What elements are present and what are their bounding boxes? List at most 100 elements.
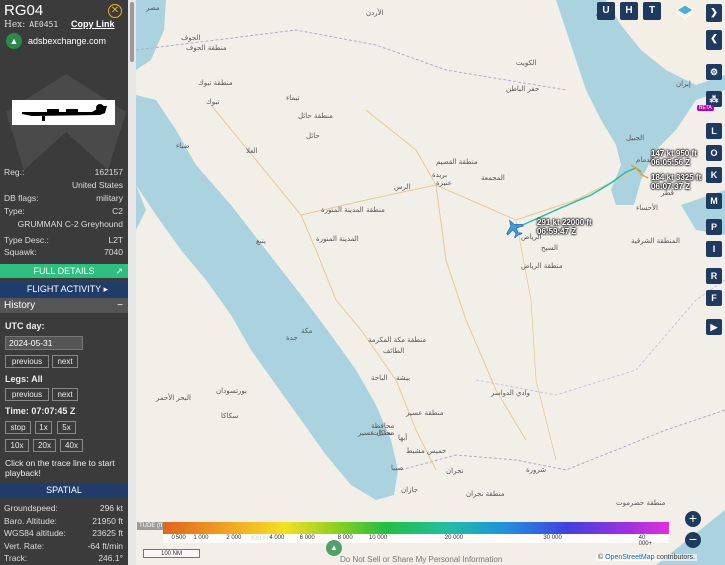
- toggle-o-button[interactable]: O: [706, 145, 722, 161]
- stop-button[interactable]: stop: [5, 421, 31, 434]
- place-label: منطقة الرياض: [521, 262, 563, 270]
- expand-right-icon[interactable]: ❯: [706, 4, 722, 22]
- legend-tick-label: 10 000: [368, 535, 388, 541]
- collapse-left-icon[interactable]: ❮: [706, 30, 722, 50]
- hex-row: Hex: AE0451 Copy Link: [4, 19, 115, 30]
- country-value: United States: [71, 180, 123, 190]
- speed-40x-button[interactable]: 40x: [60, 439, 83, 452]
- place-label: بريدة: [432, 171, 447, 179]
- day-previous-button[interactable]: previous: [5, 355, 49, 368]
- leg-next-button[interactable]: next: [52, 388, 78, 401]
- attribution-suffix: contributors.: [654, 554, 695, 561]
- collapse-icon[interactable]: −: [117, 298, 123, 313]
- trace-label-b: 184 kt 3325 ft 06:07:37 Z: [651, 173, 701, 191]
- flight-activity-button[interactable]: FLIGHT ACTIVITY ▸: [0, 282, 128, 297]
- speed-5x-button[interactable]: 5x: [57, 421, 76, 434]
- spatial-value: -64 ft/min: [87, 540, 123, 551]
- replay-icon[interactable]: ▶: [706, 319, 722, 335]
- place-label: الكويت: [516, 59, 536, 67]
- map-attribution: © OpenStreetMap contributors.: [596, 554, 697, 561]
- type-name: GRUMMAN C-2 Greyhound: [17, 219, 123, 229]
- place-label: منطقة القصيم: [436, 158, 478, 166]
- place-label: الأحساء: [636, 203, 658, 212]
- close-icon[interactable]: ✕: [108, 4, 122, 18]
- dbflags-value: military: [96, 193, 123, 203]
- place-label: صبيا: [391, 464, 403, 472]
- spatial-value: 296 kt: [99, 503, 123, 513]
- place-label: أبها: [398, 433, 407, 442]
- legend-tick-label: 0: [171, 535, 175, 541]
- place-label: منطقة نجران: [466, 490, 505, 498]
- place-label: البحر الأحمر: [155, 393, 191, 402]
- map[interactable]: تبوك منطقة تبوك تيماء حائل منطقة حائل منطقة ا…: [136, 0, 725, 565]
- sidebar-scrollbar[interactable]: [128, 0, 136, 565]
- place-label: منطقة المدينة المنورة: [321, 206, 385, 214]
- speed-20x-button[interactable]: 20x: [33, 439, 56, 452]
- place-label: تيماء: [286, 94, 300, 102]
- toggle-h-button[interactable]: H: [620, 2, 638, 20]
- aircraft-label-line2: 06:59:47 Z: [537, 226, 577, 236]
- place-label: بورتسودان: [216, 387, 247, 395]
- zoom-in-button[interactable]: +: [685, 511, 701, 527]
- spatial-label: Baro. Altitude:: [4, 515, 57, 526]
- place-label: السيح: [541, 244, 558, 252]
- place-label: جدة: [286, 334, 298, 342]
- copy-link[interactable]: Copy Link: [71, 19, 115, 29]
- place-label: منطقة الجوف: [186, 44, 227, 52]
- spatial-row: Vert. Rate: -64 ft/min: [4, 541, 123, 551]
- toggle-f-button[interactable]: F: [706, 290, 722, 306]
- legend-tick-label: 500: [175, 535, 186, 541]
- place-label: المنطقة الشرقية: [631, 237, 680, 245]
- osm-link[interactable]: OpenStreetMap: [605, 554, 654, 561]
- place-label: محايل عسير: [357, 429, 395, 437]
- toggle-m-button[interactable]: M: [706, 193, 722, 209]
- place-label: عنيزة: [436, 179, 452, 187]
- spatial-header[interactable]: SPATIAL: [0, 483, 128, 497]
- history-header[interactable]: History −: [0, 298, 128, 313]
- playback-hint: Click on the trace line to start playbac…: [5, 458, 115, 478]
- toggle-t-button[interactable]: T: [643, 2, 661, 20]
- hex-label: Hex:: [4, 20, 26, 30]
- utc-day-label: UTC day:: [5, 321, 45, 331]
- map-canvas[interactable]: تبوك منطقة تبوك تيماء حائل منطقة حائل منطقة ا…: [136, 0, 725, 565]
- squawk-value: 7040: [104, 247, 123, 257]
- zoom-out-button[interactable]: −: [685, 532, 701, 548]
- layers-icon[interactable]: [676, 3, 694, 21]
- place-label: المدينة المنورة: [316, 235, 359, 243]
- toggle-l-button[interactable]: L: [706, 123, 722, 139]
- speed-1x-button[interactable]: 1x: [35, 421, 52, 434]
- place-label: حائل: [306, 132, 320, 140]
- toggle-u-button[interactable]: U: [597, 2, 615, 20]
- full-details-label: FULL DETAILS: [33, 266, 95, 276]
- type-row: Type: C2: [4, 206, 123, 216]
- callsign: RG04: [4, 2, 44, 19]
- settings-gear-icon[interactable]: ⚙: [706, 64, 722, 80]
- dbflags-label: DB flags:: [4, 193, 39, 203]
- typedesc-label: Type Desc.:: [4, 235, 49, 245]
- speed-10x-button[interactable]: 10x: [5, 439, 29, 452]
- external-link-icon: ↗: [115, 266, 123, 276]
- do-not-sell-link[interactable]: Do Not Sell or Share My Personal Informa…: [340, 555, 502, 564]
- spatial-row: Groundspeed: 296 kt: [4, 503, 123, 513]
- aircraft-photo[interactable]: [12, 100, 115, 125]
- place-label: منطقة مكة المكرمة: [368, 336, 426, 344]
- sidebar: RG04 ✕ Hex: AE0451 Copy Link ▲ adsbexchan…: [0, 0, 128, 565]
- toggle-i-button[interactable]: I: [706, 241, 722, 257]
- squawk-label: Squawk:: [4, 247, 37, 257]
- place-label: ضباء: [176, 142, 190, 150]
- date-input[interactable]: 2024-05-31: [5, 336, 83, 350]
- map-marker-icon[interactable]: ▲: [326, 540, 342, 556]
- source-link[interactable]: ▲ adsbexchange.com: [6, 33, 106, 49]
- spatial-label: Vert. Rate:: [4, 540, 45, 551]
- leg-previous-button[interactable]: previous: [5, 388, 49, 401]
- sidebar-scrollbar-thumb[interactable]: [130, 2, 134, 62]
- toggle-k-button[interactable]: K: [706, 167, 722, 183]
- place-label: إيران: [676, 80, 691, 88]
- spatial-label: WGS84 altitude:: [4, 528, 66, 538]
- spatial-value: 246.1°: [98, 553, 123, 563]
- spatial-row: WGS84 altitude: 23625 ft: [4, 528, 123, 538]
- day-next-button[interactable]: next: [52, 355, 78, 368]
- full-details-button[interactable]: FULL DETAILS ↗: [0, 264, 128, 278]
- toggle-r-button[interactable]: R: [706, 268, 722, 284]
- toggle-p-button[interactable]: P: [706, 219, 722, 235]
